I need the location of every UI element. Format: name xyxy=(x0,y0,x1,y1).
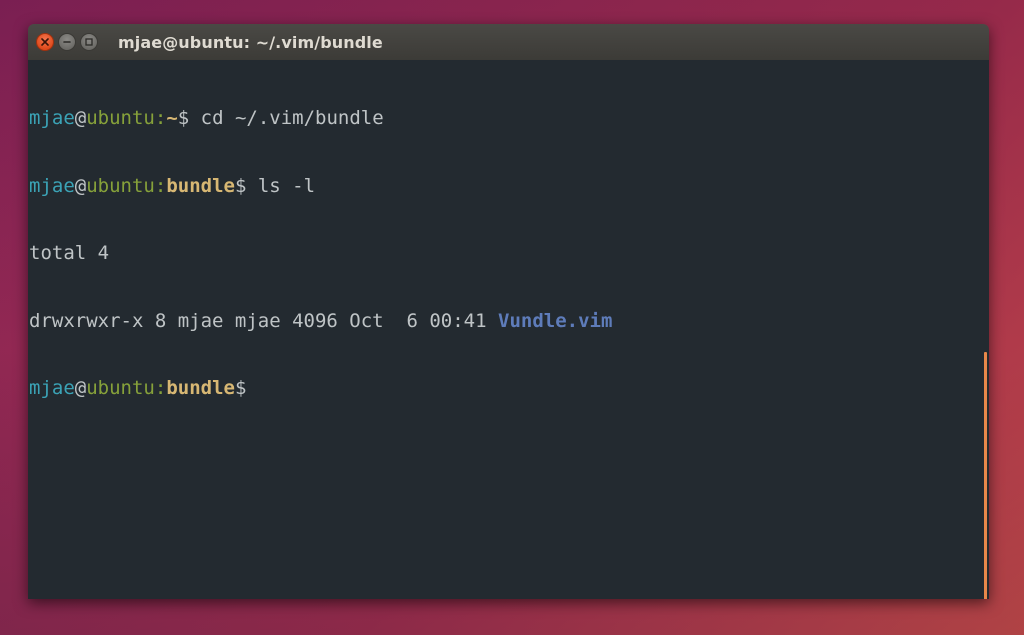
prompt-path: bundle xyxy=(166,377,235,399)
directory-name: Vundle.vim xyxy=(498,309,613,332)
terminal-area[interactable]: mjae@ubuntu:~$ cd ~/.vim/bundle mjae@ubu… xyxy=(28,60,989,599)
scrollbar[interactable] xyxy=(984,352,987,599)
prompt-host: ubuntu xyxy=(86,174,155,197)
close-button[interactable] xyxy=(36,33,54,51)
terminal-line-prompt: mjae@ubuntu:bundle$ ls -l xyxy=(29,175,989,198)
maximize-icon xyxy=(85,38,93,46)
prompt-dollar: $ xyxy=(234,174,247,197)
minimize-icon xyxy=(63,38,71,46)
command-text: cd ~/.vim/bundle xyxy=(189,107,384,129)
minimize-button[interactable] xyxy=(58,33,76,51)
prompt-dollar: $ xyxy=(234,377,247,399)
terminal-line-listing: drwxrwxr-x 8 mjae mjae 4096 Oct 6 00:41 … xyxy=(29,310,989,333)
terminal-output: mjae@ubuntu:~$ cd ~/.vim/bundle mjae@ubu… xyxy=(28,60,989,445)
prompt-dollar: $ xyxy=(177,107,190,129)
terminal-line-prompt: mjae@ubuntu:bundle$ xyxy=(29,377,989,400)
prompt-host: ubuntu xyxy=(86,107,155,129)
window-controls xyxy=(36,33,98,51)
command-text: ls -l xyxy=(246,174,316,197)
terminal-line-output: total 4 xyxy=(29,242,989,265)
prompt-user: mjae xyxy=(29,377,75,399)
prompt-colon: : xyxy=(154,377,167,399)
prompt-user: mjae xyxy=(29,174,75,197)
title-bar[interactable]: mjae@ubuntu: ~/.vim/bundle xyxy=(28,24,989,60)
listing-text: drwxrwxr-x 8 mjae mjae 4096 Oct 6 00:41 xyxy=(29,309,498,332)
close-icon xyxy=(41,38,49,46)
prompt-path: ~ xyxy=(166,107,178,129)
prompt-user: mjae xyxy=(29,107,75,129)
prompt-at: @ xyxy=(74,377,87,399)
prompt-colon: : xyxy=(154,107,167,129)
window-title: mjae@ubuntu: ~/.vim/bundle xyxy=(118,32,383,52)
maximize-button[interactable] xyxy=(80,33,98,51)
prompt-at: @ xyxy=(74,174,87,197)
output-text: total 4 xyxy=(29,242,110,264)
prompt-at: @ xyxy=(74,107,87,129)
prompt-path: bundle xyxy=(166,174,235,197)
terminal-line-prompt: mjae@ubuntu:~$ cd ~/.vim/bundle xyxy=(29,107,989,130)
prompt-host: ubuntu xyxy=(86,377,155,399)
prompt-colon: : xyxy=(154,174,167,197)
terminal-window[interactable]: mjae@ubuntu: ~/.vim/bundle mjae@ubuntu:~… xyxy=(28,24,989,599)
